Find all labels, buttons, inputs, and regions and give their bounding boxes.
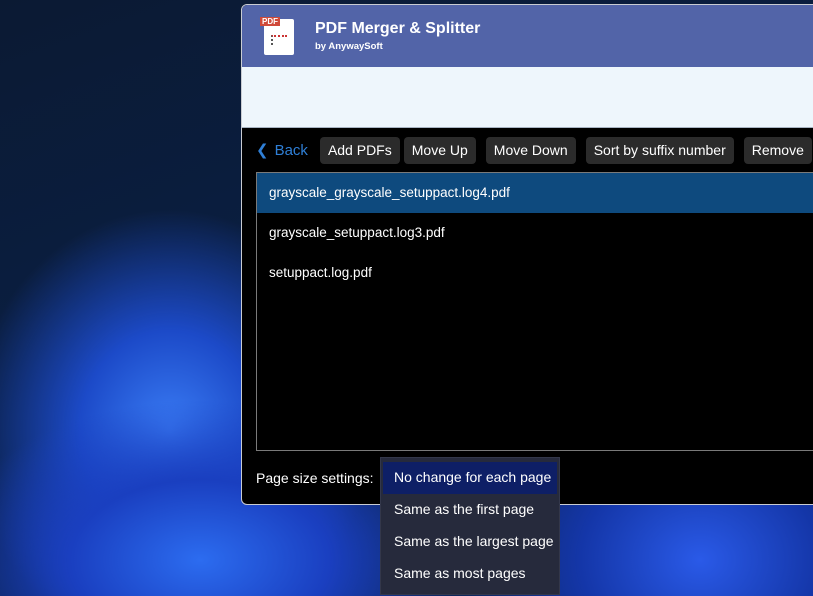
back-label: Back — [274, 141, 308, 159]
app-window: PDF PDF Merger & Splitter by AnywaySoft … — [241, 4, 813, 505]
remove-button[interactable]: Remove — [743, 136, 812, 164]
move-down-button[interactable]: Move Down — [485, 136, 576, 164]
file-row[interactable]: setuppact.log.pdf — [257, 253, 813, 293]
move-up-button[interactable]: Move Up — [403, 136, 476, 164]
file-row[interactable]: grayscale_setuppact.log3.pdf — [257, 213, 813, 253]
chevron-left-icon: ❮ — [256, 142, 269, 159]
toolbar: ❮ Back Add PDFs Move Up Move Down Sort by… — [256, 136, 813, 164]
page-size-dropdown[interactable]: No change for each page Same as the firs… — [380, 457, 560, 595]
page-size-option[interactable]: Same as most pages — [383, 558, 557, 590]
page-size-option[interactable]: Same as the largest page — [383, 526, 557, 558]
app-subtitle: by AnywaySoft — [315, 41, 383, 52]
page-size-option[interactable]: Same as the first page — [383, 494, 557, 526]
file-list[interactable]: grayscale_grayscale_setuppact.log4.pdf g… — [256, 172, 813, 451]
app-header: PDF PDF Merger & Splitter by AnywaySoft — [242, 5, 813, 67]
back-button[interactable]: ❮ Back — [256, 141, 308, 160]
app-logo-icon: PDF — [260, 17, 294, 55]
sort-suffix-button[interactable]: Sort by suffix number — [585, 136, 734, 164]
page-size-option[interactable]: No change for each page — [383, 462, 557, 494]
add-pdfs-button[interactable]: Add PDFs — [319, 136, 400, 164]
app-title: PDF Merger & Splitter — [315, 20, 481, 37]
banner-area — [242, 67, 813, 128]
file-row[interactable]: grayscale_grayscale_setuppact.log4.pdf — [257, 173, 813, 213]
page-size-label: Page size settings: — [256, 470, 374, 486]
